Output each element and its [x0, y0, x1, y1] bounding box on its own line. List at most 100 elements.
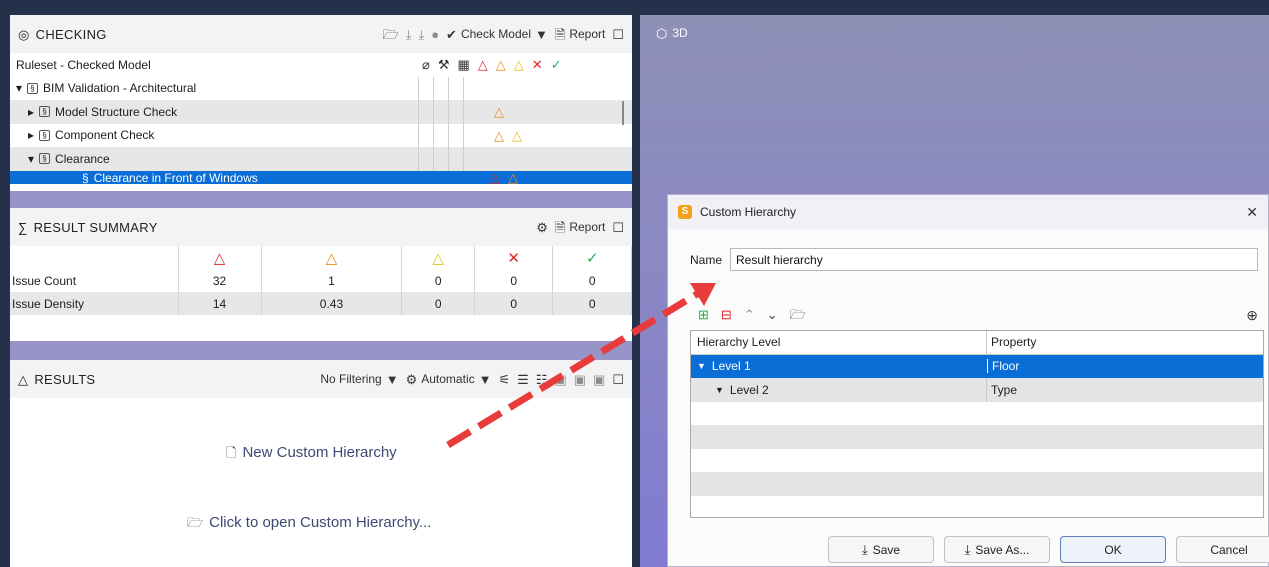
settings-badge-icon[interactable]: ⚙: [536, 221, 548, 234]
export-icon[interactable]: ⤓: [418, 28, 424, 41]
results-panel: △ RESULTS No Filtering ▼ ⚙ Automatic ▼ ⚟…: [10, 360, 632, 567]
globe-icon[interactable]: ⊕: [1246, 307, 1258, 324]
cell: [448, 76, 463, 100]
folder-open-icon[interactable]: 🗁: [383, 28, 399, 41]
expand-arrow-icon[interactable]: ▼: [715, 385, 724, 395]
cell: 32: [178, 269, 262, 292]
dropdown-arrow-icon: ▼: [478, 371, 492, 387]
dialog-title: Custom Hierarchy: [700, 205, 797, 219]
close-icon[interactable]: ✕: [1246, 204, 1258, 221]
dropdown-arrow-icon: ▼: [385, 371, 399, 387]
rule-row-selected[interactable]: § Clearance in Front of Windows △ △: [10, 170, 632, 184]
hierarchy-table-header: Hierarchy Level Property: [691, 331, 1263, 355]
ruleset-row-name: ▸ § Model Structure Check: [10, 105, 418, 119]
filter-dropdown[interactable]: No Filtering ▼: [320, 372, 398, 386]
expand-arrow-icon[interactable]: ▾: [16, 81, 22, 95]
dropdown-arrow-icon: ▼: [534, 26, 548, 42]
minor-issue-icon: △: [513, 57, 524, 73]
checking-table-header: Ruleset - Checked Model ⌀ ⚒ ▦ △ △ △ ✕ ✓: [10, 53, 632, 77]
wrench-icon[interactable]: ⚒: [438, 58, 450, 71]
property-cell[interactable]: Floor: [987, 359, 1263, 374]
ruleset-row[interactable]: ▾ § Clearance: [10, 147, 632, 171]
maximize-icon[interactable]: ☐: [612, 221, 624, 234]
save-button[interactable]: ⤓ Save: [828, 536, 934, 563]
import-icon[interactable]: ⤓: [406, 28, 412, 41]
major-issue-icon: △: [494, 127, 504, 143]
checking-header: ◎ CHECKING 🗁 ⤓ ⤓ ● ✔ Check Model ▼ 🗎 Rep…: [10, 15, 632, 53]
folder-open-icon[interactable]: 🗁: [790, 308, 806, 321]
3d-view-title: 3D: [672, 26, 688, 40]
ok-button[interactable]: OK: [1060, 536, 1166, 563]
ruleset-label: Model Structure Check: [55, 104, 178, 119]
stop-icon[interactable]: ●: [431, 28, 439, 41]
checking-title-text: CHECKING: [35, 26, 107, 42]
panel-divider[interactable]: [10, 191, 632, 208]
add-level-icon[interactable]: ⊞: [698, 308, 709, 321]
table-icon[interactable]: ▦: [457, 58, 469, 71]
custom-hierarchy-icon[interactable]: ☷: [536, 373, 548, 386]
mode-dropdown[interactable]: ⚙ Automatic ▼: [406, 372, 492, 386]
auto-icon: ⚙: [405, 371, 418, 387]
ruleset-row[interactable]: ▸ § Model Structure Check △: [10, 100, 632, 124]
new-custom-hierarchy-link[interactable]: 🗋 New Custom Hierarchy: [226, 444, 397, 461]
report-button[interactable]: 🗎 Report: [555, 27, 605, 41]
save-as-button[interactable]: ⤓ Save As...: [944, 536, 1050, 563]
expand-arrow-icon[interactable]: ▾: [28, 152, 34, 166]
property-cell[interactable]: Type: [987, 383, 1263, 397]
dialog-titlebar[interactable]: S Custom Hierarchy ✕: [668, 195, 1268, 229]
ruleset-label: BIM Validation - Architectural: [43, 81, 197, 96]
list-icon[interactable]: ☰: [517, 373, 529, 386]
check-circle-icon: ✔: [446, 26, 457, 42]
ruleset-row-name: ▸ § Component Check: [10, 128, 418, 142]
rejected-icon: ✕: [531, 57, 543, 73]
ruleset-label: Clearance: [55, 151, 110, 166]
hierarchy-row[interactable]: ▼ Level 2 Type: [691, 378, 1263, 402]
report-icon: 🗎: [554, 219, 566, 235]
level-cell: ▼ Level 1: [691, 355, 987, 379]
expand-arrow-icon[interactable]: ▼: [697, 361, 706, 371]
minor-issue-icon: △: [512, 127, 522, 143]
cell: 14: [178, 292, 262, 315]
cell: 0: [401, 292, 475, 315]
maximize-icon[interactable]: ☐: [612, 28, 624, 41]
issue-flags: △: [463, 100, 632, 124]
level-cell: ▼ Level 2: [691, 378, 987, 402]
remove-level-icon[interactable]: ⊟: [721, 308, 732, 321]
cell: 0: [552, 292, 632, 315]
warning-triangle-icon: △: [18, 371, 29, 387]
summary-table: △ △ △ ✕ ✓ Issue Count 32 1 0 0 0 Issue D…: [10, 246, 632, 315]
hierarchy-name-input[interactable]: [730, 248, 1259, 271]
cell: 0: [401, 269, 475, 292]
new-document-icon: 🗋: [226, 445, 237, 460]
package-icon[interactable]: ▣: [554, 373, 566, 386]
custom-hierarchy-dialog: S Custom Hierarchy ✕ Name ⊞ ⊟ ⌃ ⌄ 🗁 ⊕ Hi…: [667, 194, 1269, 567]
collapse-arrow-icon[interactable]: ▸: [28, 128, 34, 142]
cell: [418, 147, 433, 171]
move-down-icon[interactable]: ⌄: [767, 308, 778, 321]
ruleset-row[interactable]: ▾ § BIM Validation - Architectural: [10, 76, 632, 100]
open-custom-hierarchy-link[interactable]: 🗁 Click to open Custom Hierarchy...: [187, 514, 431, 531]
cancel-button[interactable]: Cancel: [1176, 536, 1269, 563]
maximize-icon[interactable]: ☐: [612, 373, 624, 386]
ruleset-row-name: ▾ § BIM Validation - Architectural: [10, 81, 418, 95]
panel-divider[interactable]: [10, 341, 632, 360]
hierarchy-row-selected[interactable]: ▼ Level 1 Floor: [691, 354, 1263, 379]
summary-header-row: △ △ △ ✕ ✓: [10, 246, 632, 269]
ruleset-row-name: ▾ § Clearance: [10, 152, 418, 166]
cell: [448, 123, 463, 147]
summary-report-button[interactable]: 🗎 Report: [555, 220, 605, 234]
check-model-button[interactable]: ✔ Check Model ▼: [446, 27, 548, 41]
package-add-icon[interactable]: ▣: [574, 373, 586, 386]
cell: [418, 76, 433, 100]
critical-issue-icon: △: [178, 246, 262, 269]
ruleset-icon: §: [27, 82, 39, 94]
move-up-icon[interactable]: ⌃: [744, 308, 755, 321]
scrollbar-thumb[interactable]: [622, 101, 624, 125]
package-remove-icon[interactable]: ▣: [593, 373, 605, 386]
attachment-icon[interactable]: ⌀: [422, 58, 430, 71]
hierarchy-icon[interactable]: ⚟: [498, 373, 510, 386]
cell: [433, 123, 448, 147]
row-label: Issue Density: [10, 292, 179, 315]
collapse-arrow-icon[interactable]: ▸: [28, 105, 34, 119]
ruleset-row[interactable]: ▸ § Component Check △ △: [10, 123, 632, 147]
